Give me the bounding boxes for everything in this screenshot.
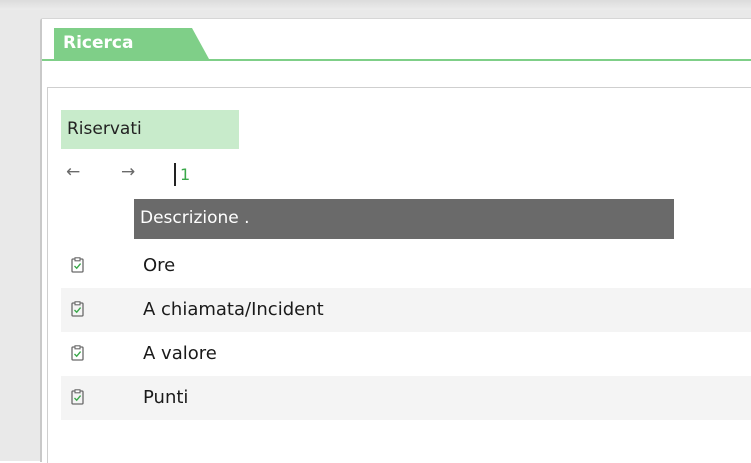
row-label: Ore	[143, 255, 176, 276]
row-label: A chiamata/Incident	[143, 299, 324, 320]
tab-bar: Ricerca	[42, 19, 751, 61]
clipboard-check-icon	[71, 257, 84, 273]
tab-underline	[42, 59, 751, 61]
tab-ricerca[interactable]: Ricerca	[54, 28, 209, 59]
row-label: Punti	[143, 387, 189, 408]
table-row[interactable]: Punti	[61, 376, 751, 420]
row-label: A valore	[143, 343, 217, 364]
column-header-label: Descrizione .	[140, 208, 250, 228]
top-shadow	[0, 0, 751, 10]
pagination: ← → 1	[66, 162, 266, 188]
section-header: Riservati	[61, 110, 239, 149]
column-header-descrizione[interactable]: Descrizione .	[134, 199, 674, 239]
table-row[interactable]: A chiamata/Incident	[61, 288, 751, 332]
table-row[interactable]: Ore	[61, 244, 751, 288]
app-frame: Ricerca Riservati ← → 1 Descrizione . Or…	[0, 0, 751, 463]
arrow-left-icon[interactable]: ←	[66, 162, 80, 182]
page-cursor	[174, 163, 176, 186]
results-list: Ore A chiamata/Incident A valore Punti	[61, 244, 751, 420]
search-window: Ricerca Riservati ← → 1 Descrizione . Or…	[40, 18, 751, 463]
section-label: Riservati	[67, 119, 142, 139]
arrow-right-icon[interactable]: →	[121, 162, 135, 182]
table-row[interactable]: A valore	[61, 332, 751, 376]
tab-label: Ricerca	[63, 33, 134, 53]
clipboard-check-icon	[71, 345, 84, 361]
clipboard-check-icon	[71, 389, 84, 405]
page-number[interactable]: 1	[180, 165, 190, 184]
clipboard-check-icon	[71, 301, 84, 317]
